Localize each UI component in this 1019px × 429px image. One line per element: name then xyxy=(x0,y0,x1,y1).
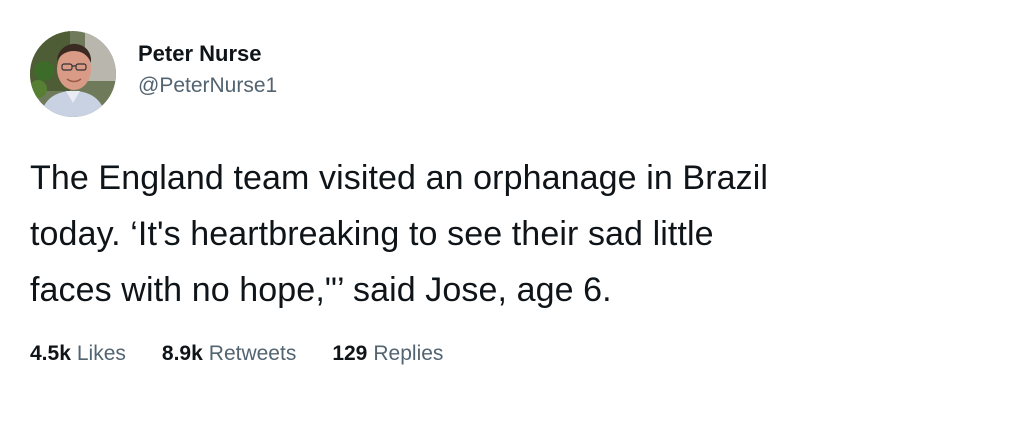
retweets-count: 8.9k xyxy=(161,342,203,365)
profile-photo-icon xyxy=(30,31,116,117)
avatar[interactable] xyxy=(30,31,116,117)
tweet-text-line: The England team visited an orphanage in… xyxy=(30,159,769,197)
likes-stat[interactable]: 4.5k Likes xyxy=(30,340,126,368)
replies-label: Replies xyxy=(373,342,444,365)
tweet-text: The England team visited an orphanage in… xyxy=(30,150,990,318)
retweets-label: Retweets xyxy=(208,342,297,365)
tweet-card: Peter Nurse @PeterNurse1 The England tea… xyxy=(0,0,1019,429)
author-names: Peter Nurse @PeterNurse1 xyxy=(138,40,277,100)
tweet-text-line: faces with no hope,"’ said Jose, age 6. xyxy=(30,271,612,309)
author-display-name[interactable]: Peter Nurse xyxy=(138,40,277,68)
tweet-header: Peter Nurse @PeterNurse1 xyxy=(30,30,277,118)
author-handle[interactable]: @PeterNurse1 xyxy=(138,72,277,100)
replies-count: 129 xyxy=(332,342,368,365)
likes-label: Likes xyxy=(76,342,126,365)
retweets-stat[interactable]: 8.9k Retweets xyxy=(162,340,296,368)
replies-stat[interactable]: 129 Replies xyxy=(332,340,443,368)
likes-count: 4.5k xyxy=(30,342,71,365)
tweet-stats: 4.5k Likes 8.9k Retweets 129 Replies xyxy=(30,340,479,368)
tweet-text-line: today. ‘It's heartbreaking to see their … xyxy=(30,215,714,253)
